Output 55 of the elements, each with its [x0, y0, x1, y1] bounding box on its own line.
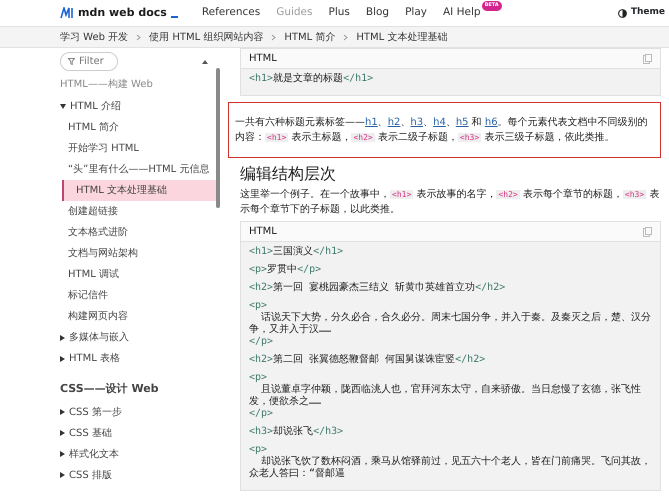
copy-icon[interactable] — [643, 226, 652, 237]
logo-underscore-icon — [170, 16, 178, 18]
nav-link[interactable]: AI Help — [435, 5, 482, 21]
collapse-icon[interactable] — [202, 60, 208, 64]
sidebar-group[interactable]: 样式化文本 — [69, 444, 119, 464]
nav-link[interactable]: Play — [397, 5, 435, 21]
sidebar-item[interactable]: “头”里有什么——HTML 元信息 — [60, 159, 216, 180]
text-link[interactable]: h2 — [388, 117, 400, 128]
nav-link[interactable]: Blog — [358, 5, 398, 21]
sidebar-item[interactable]: 标记信件 — [60, 285, 216, 306]
breadcrumb-link[interactable]: 使用 HTML 组织网站内容 — [149, 30, 264, 44]
code-language: HTML — [249, 52, 277, 66]
sidebar-group[interactable]: HTML 介绍 — [70, 96, 122, 117]
sidebar-group[interactable]: CSS 排版 — [69, 464, 112, 486]
text-link[interactable]: h4 — [433, 117, 446, 128]
scrollbar-thumb[interactable] — [216, 68, 220, 208]
theme-button[interactable]: Theme — [618, 6, 665, 20]
chevron-icon — [343, 34, 348, 40]
breadcrumb-link[interactable]: HTML 文本处理基础 — [356, 30, 448, 44]
breadcrumb-link[interactable]: 学习 Web 开发 — [60, 30, 128, 44]
section-heading: 编辑结构层次 — [240, 164, 337, 184]
theme-icon — [618, 8, 627, 18]
chevron-icon — [271, 34, 276, 40]
paragraph: 一共有六种标题元素标签——h1、h2、h3、h4、h5 和 h6。每个元素代表文档中不同级别的内容： <h1> 表示主标题， <h2> 表示二级子标题， <h3> 表示三级子标题，依此类推。 — [228, 102, 661, 158]
logo-icon — [60, 7, 74, 19]
sidebar-section-title: CSS——设计 Web — [60, 381, 160, 397]
sidebar-section-title: HTML——构建 Web — [60, 78, 154, 92]
paragraph: 这里举一个例子。在一个故事中， <h1> 表示故事的名字， <h2> 表示每个章节的标题， <h3> 表示每个章节下的子标题，以此类推。 — [240, 188, 660, 218]
sidebar-item[interactable]: HTML 简介 — [60, 117, 216, 138]
text-link[interactable]: h6 — [484, 117, 498, 128]
sidebar-group[interactable]: HTML 表格 — [69, 348, 120, 369]
sidebar-group[interactable]: CSS 第一步 — [69, 402, 122, 422]
copy-icon[interactable] — [643, 54, 652, 64]
sidebar-item[interactable]: HTML 文本处理基础 — [62, 180, 216, 201]
text-link[interactable]: h5 — [456, 117, 469, 128]
code-text: <h1>就是文章的标题</h1> — [248, 72, 374, 86]
breadcrumb-link[interactable]: HTML 简介 — [284, 30, 336, 44]
sidebar-group[interactable]: CSS 基础 — [69, 422, 112, 444]
sidebar-item[interactable]: 文本格式进阶 — [60, 222, 216, 243]
text-link[interactable]: h3 — [410, 117, 424, 128]
nav-link[interactable]: Plus — [320, 5, 358, 21]
filter-field[interactable]: Filter — [60, 52, 118, 71]
sidebar-item[interactable]: 构建网页内容 — [60, 306, 216, 327]
logo-text[interactable]: mdn web docs — [78, 4, 167, 22]
sidebar-group[interactable]: 多媒体与嵌入 — [69, 327, 129, 348]
code-language: HTML — [249, 225, 277, 240]
sidebar-item[interactable]: 创建超链接 — [60, 201, 216, 222]
sidebar-item[interactable]: 文档与网站架构 — [60, 243, 216, 264]
code-text: <h1>三国演义</h1> <p>罗贯中</p> <h2>第一回 宴桃园豪杰三结义 斩黄巾英雄首立功</h2> <p> 话说天下大势，分久必合，合久必分。周末七国分争，并入于秦。及秦灭之后，楚、汉分争，又并入于汉…… </p> <h2>第二回 张翼德怒鞭督邮 何国舅谋诛宦竖</h2> <p> 且说董卓字仲颖，陇西临洮人也，官拜河东太守，自来骄傲。当日怠慢了玄德，张飞性发，便欲杀之…… </p> <h3>却说张飞</h3> <p> 却说张飞饮了数杯闷酒，乘马从馆驿前过，见五六十个老人，皆在门前痛哭。飞问其故，众老人答曰：“督邮逼 — [248, 244, 652, 482]
nav-link[interactable]: References — [194, 5, 268, 21]
chevron-icon — [136, 34, 142, 40]
sidebar-item[interactable]: 开始学习 HTML — [60, 138, 216, 159]
sidebar-item[interactable]: HTML 调试 — [60, 264, 216, 285]
filter-icon — [68, 58, 75, 65]
text-link[interactable]: h1 — [365, 117, 378, 128]
